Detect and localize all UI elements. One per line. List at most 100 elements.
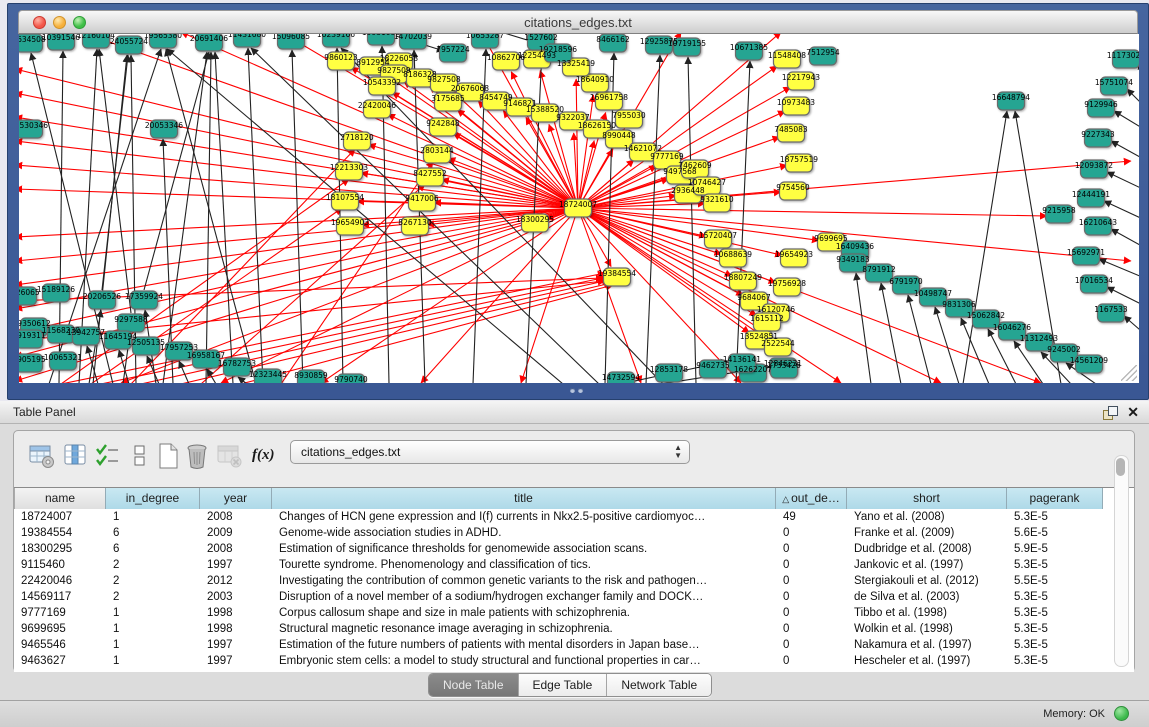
graph-node-label: 9754560 [776,183,810,192]
window-title: citations_edges.txt [19,15,1137,30]
tab-node-table[interactable]: Node Table [429,674,519,696]
table-scrollbar[interactable] [1114,455,1129,667]
table-select-value: citations_edges.txt [301,445,400,459]
table-cell: 49 [776,509,847,525]
splitter-handle[interactable] [570,388,584,394]
toggle-column-visibility-icon[interactable] [62,442,90,470]
column-header-year[interactable]: year [200,488,272,509]
graph-edge [221,208,578,383]
graph-edge [1107,172,1139,191]
graph-node-label: 5905195 [19,355,46,364]
graph-node-label: 16409436 [836,242,874,251]
new-document-icon[interactable] [154,442,182,470]
graph-node-label: 18226058 [380,54,418,63]
graph-node-label: 10543392 [363,78,401,87]
tab-network-table[interactable]: Network Table [607,674,711,696]
table-panel-header[interactable]: Table Panel ✕ [0,401,1149,424]
table-cell: Tourette syndrome. Phenomenology and cla… [272,557,776,573]
table-cell: 14569117 [14,589,106,605]
network-canvas[interactable]: 9860123891295418226058982750981863289827… [19,34,1139,383]
table-row[interactable]: 977716911998Corpus callosum shape and si… [14,605,1134,621]
table-row[interactable]: 1456911722003Disruption of a novel membe… [14,589,1134,605]
graph-node-label: 16046276 [993,323,1031,332]
graph-node-label: 12213303 [330,163,368,172]
table-cell: Changes of HCN gene expression and I(f) … [272,509,776,525]
graph-node-label: 10719155 [668,39,706,48]
graph-node-label: 9227343 [1081,130,1115,139]
table-cell: 5.3E-5 [1007,557,1103,573]
table-row[interactable]: 946362711997Embryonic stem cells: a mode… [14,653,1134,669]
table-row[interactable]: 1830029562008Estimation of significance … [14,541,1134,557]
graph-node-label: 18807249 [724,273,762,282]
graph-node-label: 15189126 [37,285,75,294]
window-titlebar[interactable]: citations_edges.txt [18,10,1138,34]
graph-node-label: 24055724 [110,37,148,46]
graph-node-label: 19565380 [144,34,182,40]
graph-edge [292,50,303,383]
table-cell: Tibbo et al. (1998) [847,605,1007,621]
table-cell: Corpus callosum shape and size in male p… [272,605,776,621]
table-cell: 18724007 [14,509,106,525]
table-cell: 0 [776,605,847,621]
graph-node-label: 17359924 [125,292,163,301]
table-cell: 0 [776,621,847,637]
graph-node-label: 14702039 [394,34,432,41]
table-row[interactable]: 946554611997Estimation of the future num… [14,637,1134,653]
merge-rows-icon[interactable] [126,442,154,470]
table-cell: 5.3E-5 [1007,605,1103,621]
table-body: 1872400712008Changes of HCN gene express… [14,509,1134,672]
graph-node-label: 7957224 [436,45,470,54]
graph-node-label: 18724007 [559,200,597,209]
table-row[interactable]: 2242004622012Investigating the contribut… [14,573,1134,589]
graph-edge [1111,229,1139,249]
column-header-in_degree[interactable]: in_degree [106,488,200,509]
graph-node-label: 14136141 [723,355,761,364]
graph-node-label: 16961758 [590,93,628,102]
close-panel-icon[interactable]: ✕ [1127,404,1139,420]
graph-node-label: 11312493 [1020,334,1058,343]
graph-node-label: 8990448 [602,131,636,140]
graph-node-label: 9349183 [836,255,870,264]
select-columns-icon[interactable] [94,442,122,470]
table-cell: 1 [106,509,200,525]
graph-node-label: 9860123 [324,53,358,62]
graph-node-label: 10671385 [730,43,768,52]
table-select-dropdown[interactable]: citations_edges.txt ▲▼ [290,440,690,464]
table-cell: 1998 [200,621,272,637]
table-cell: Yano et al. (2008) [847,509,1007,525]
table-row[interactable]: 1938455462009Genome-wide association stu… [14,525,1134,541]
graph-edge [337,48,343,383]
table-panel-title: Table Panel [13,405,76,419]
graph-node-label: 11431680 [228,34,266,39]
delete-trash-icon[interactable] [184,442,212,470]
table-scrollbar-thumb[interactable] [1116,458,1125,476]
function-builder-icon[interactable]: f(x) [252,447,275,464]
table-row[interactable]: 911546021997Tourette syndrome. Phenomeno… [14,557,1134,573]
dropdown-stepper-icon: ▲▼ [674,444,682,460]
column-header-out_de[interactable]: △out_de… [776,488,847,509]
tab-edge-table[interactable]: Edge Table [519,674,608,696]
table-cell: Wolkin et al. (1998) [847,621,1007,637]
memory-status-icon[interactable] [1114,706,1129,721]
window-resize-grip[interactable] [1121,365,1137,381]
float-panel-icon[interactable] [1103,406,1116,419]
table-cell: 9115460 [14,557,106,573]
table-row[interactable]: 969969511998Structural magnetic resonanc… [14,621,1134,637]
column-header-pagerank[interactable]: pagerank [1007,488,1103,509]
column-header-short[interactable]: short [847,488,1007,509]
column-header-name[interactable]: name [14,488,106,509]
table-cell: 9463627 [14,653,106,669]
graph-node-label: 10746427 [688,178,726,187]
table-cell: Investigating the contribution of common… [272,573,776,589]
graph-node-label: 15062842 [967,311,1005,320]
table-row[interactable]: 1872400712008Changes of HCN gene express… [14,509,1134,525]
network-graph[interactable]: 9860123891295418226058982750981863289827… [19,34,1139,383]
graph-edge [908,295,931,383]
sort-asc-icon: △ [782,494,789,504]
table-cell: 5.3E-5 [1007,621,1103,637]
graph-node-label: 1527602 [524,34,558,42]
table-settings-icon[interactable] [28,442,56,470]
column-header-title[interactable]: title [272,488,776,509]
graph-node-label: 1615112 [750,314,784,323]
table-cell: Estimation of the future numbers of pati… [272,637,776,653]
